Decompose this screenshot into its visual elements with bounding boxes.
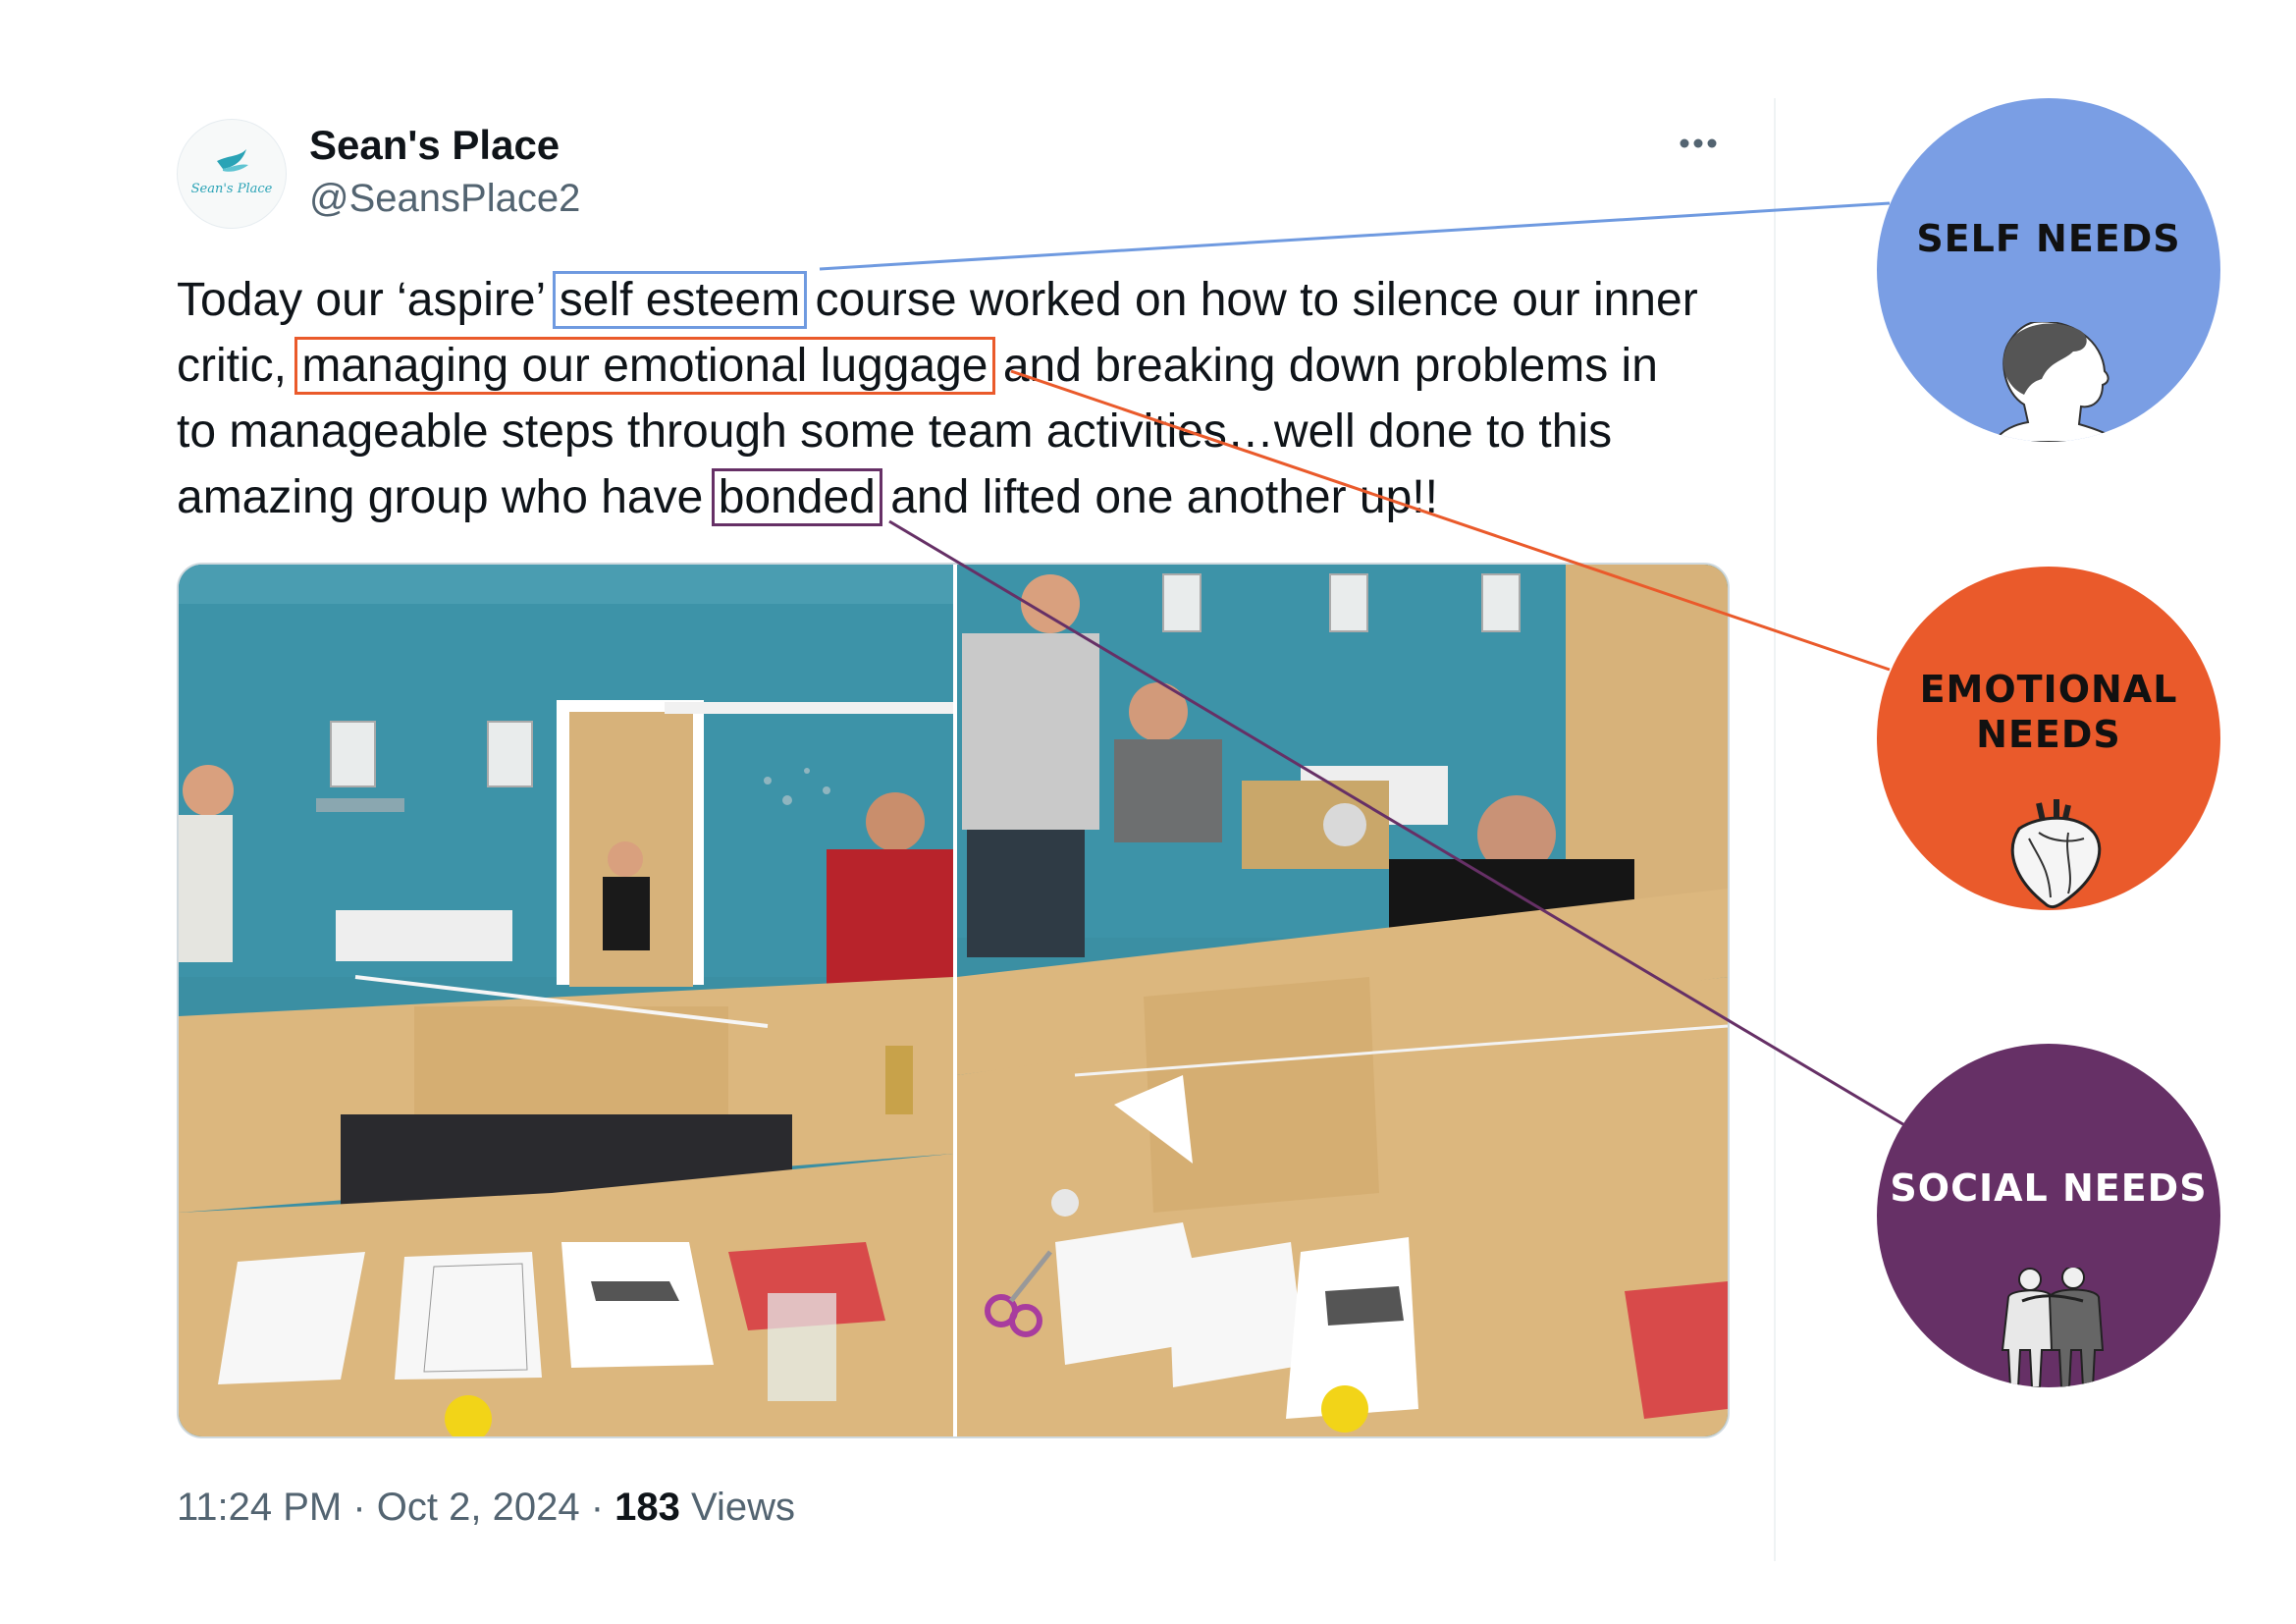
tweet-text-line: Today our ‘aspire’ self esteem course wo… [177, 267, 1747, 333]
column-divider [1774, 98, 1776, 1561]
highlight-self-esteem: self esteem [552, 271, 808, 329]
text-segment: course worked on how to silence our inne… [802, 274, 1698, 326]
text-segment: and breaking down problems in [989, 340, 1658, 392]
text-segment: critic, [177, 340, 300, 392]
connector-self-esteem [819, 201, 1891, 271]
head-profile-icon [1995, 322, 2120, 442]
tweet-text-line: amazing group who have bonded and lifted… [177, 464, 1747, 530]
text-segment: amazing group who have [177, 471, 717, 523]
avatar-logo-text: Sean's Place [191, 182, 273, 196]
author-display-name[interactable]: Sean's Place [309, 122, 560, 169]
text-segment: to manageable steps through some team ac… [177, 406, 1613, 458]
views-label: Views [691, 1486, 795, 1529]
views-count: 183 [614, 1486, 680, 1529]
text-segment: Today our ‘aspire’ [177, 274, 558, 326]
emotional-needs-label-line2: NEEDS [1976, 713, 2121, 756]
emotional-needs-circle: EMOTIONAL NEEDS [1877, 567, 2220, 910]
tweet-media[interactable] [177, 563, 1730, 1438]
bird-logo-icon: Sean's Place [191, 149, 273, 196]
group-activity-photo-right[interactable] [957, 565, 1728, 1436]
anatomical-heart-icon [2010, 799, 2102, 909]
highlight-emotional-luggage: managing our emotional luggage [294, 337, 995, 395]
text-segment: and lifted one another up!! [877, 471, 1438, 523]
tweet-text-line: to manageable steps through some team ac… [177, 399, 1747, 464]
meta-separator: · [579, 1486, 615, 1529]
self-needs-label: SELF NEEDS [1916, 217, 2181, 260]
social-needs-circle: SOCIAL NEEDS [1877, 1044, 2220, 1387]
tweet-time[interactable]: 11:24 PM [177, 1486, 342, 1529]
emotional-needs-label-line1: EMOTIONAL [1919, 668, 2178, 711]
two-people-embracing-icon [2001, 1268, 2105, 1387]
author-handle[interactable]: @SeansPlace2 [309, 177, 580, 221]
social-needs-label: SOCIAL NEEDS [1890, 1166, 2208, 1210]
emotional-needs-label: EMOTIONAL NEEDS [1877, 667, 2220, 757]
tweet-text-line: critic, managing our emotional luggage a… [177, 333, 1747, 399]
tweet-text: Today our ‘aspire’ self esteem course wo… [177, 267, 1747, 530]
avatar[interactable]: Sean's Place [177, 119, 287, 229]
meta-separator: · [342, 1486, 377, 1529]
highlight-bonded: bonded [711, 468, 882, 526]
ellipsis-icon [1680, 138, 1717, 148]
more-options-button[interactable] [1669, 122, 1728, 161]
group-activity-photo-left[interactable] [179, 565, 953, 1436]
self-needs-circle: SELF NEEDS [1877, 98, 2220, 442]
tweet-meta: 11:24 PM · Oct 2, 2024 · 183 Views [177, 1486, 795, 1530]
tweet-date[interactable]: Oct 2, 2024 [377, 1486, 580, 1529]
